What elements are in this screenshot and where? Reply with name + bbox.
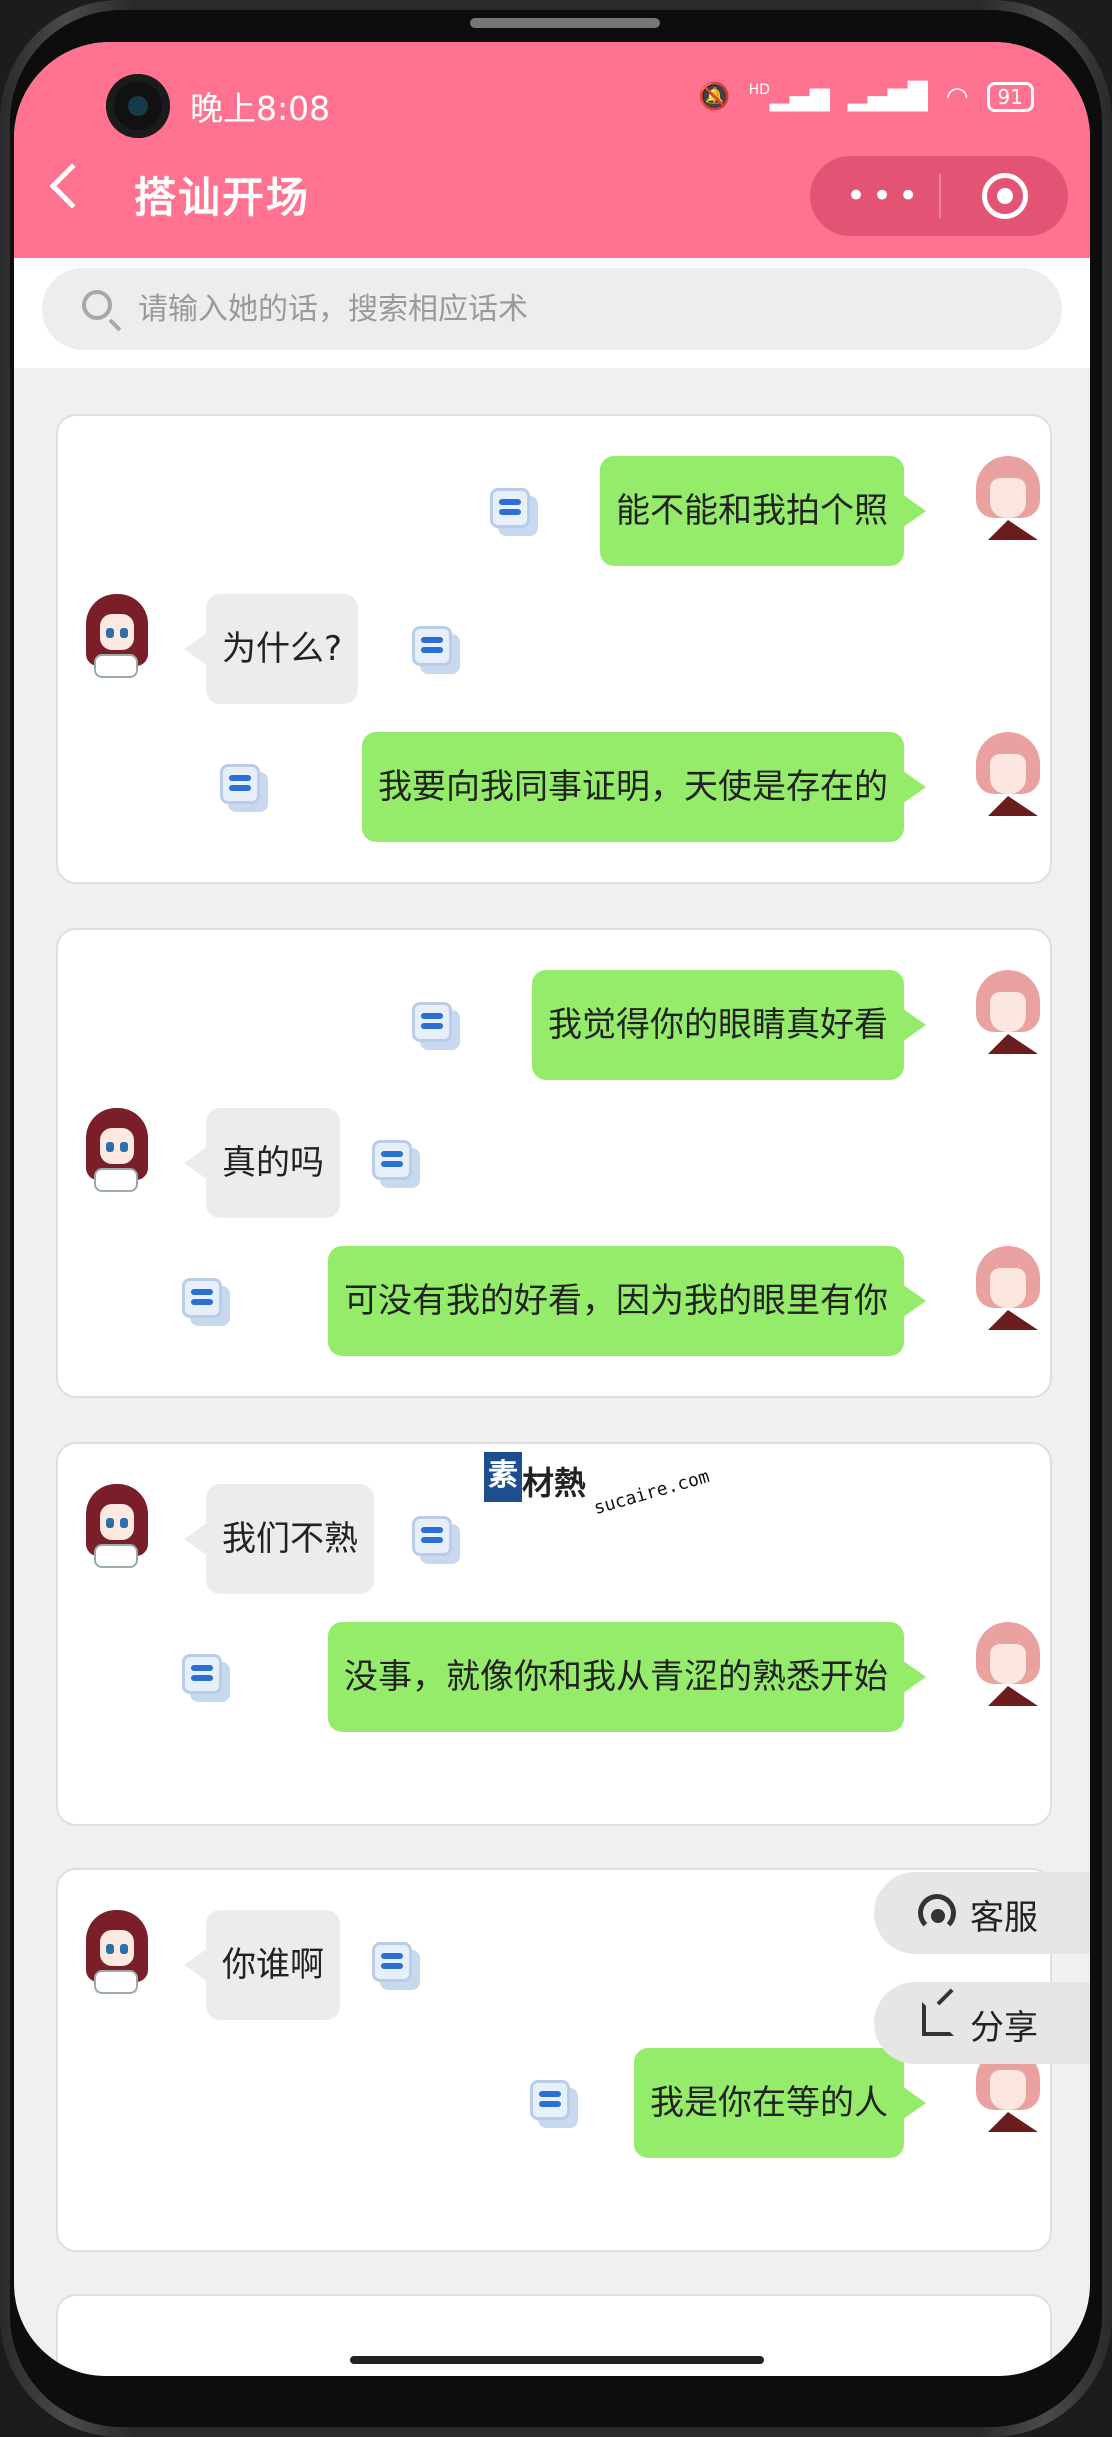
message-row: 能不能和我拍个照 — [58, 456, 1054, 566]
her-avatar — [80, 1910, 152, 1994]
home-indicator[interactable] — [350, 2356, 764, 2364]
status-icons: 🔕 HD▂▄▆ ▂▄▆█ ◠ 91 — [698, 82, 1034, 112]
her-avatar — [80, 1108, 152, 1192]
my-message: 我觉得你的眼睛真好看 — [532, 970, 926, 1080]
battery-icon: 91 — [986, 82, 1034, 112]
customer-service-label: 客服 — [970, 1898, 1038, 1938]
her-avatar — [80, 1484, 152, 1568]
her-message: 真的吗 — [184, 1108, 340, 1218]
message-row: 可没有我的好看，因为我的眼里有你 — [58, 1246, 1054, 1356]
copy-icon[interactable] — [490, 488, 538, 536]
my-avatar — [972, 732, 1044, 816]
search-box[interactable] — [42, 268, 1062, 350]
her-avatar — [80, 594, 152, 678]
her-message: 你谁啊 — [184, 1910, 340, 2020]
wifi-icon: ◠ — [945, 82, 969, 112]
page-title: 搭讪开场 — [134, 173, 311, 222]
headset-icon — [918, 1894, 956, 1932]
copy-icon[interactable] — [182, 1654, 230, 1702]
signal-icon: HD▂▄▆ — [748, 82, 830, 112]
mini-program-capsule: ••• — [810, 156, 1068, 236]
copy-icon[interactable] — [182, 1278, 230, 1326]
share-label: 分享 — [970, 2008, 1038, 2048]
app-header: 晚上8:08 🔕 HD▂▄▆ ▂▄▆█ ◠ 91 搭讪开场 ••• — [14, 42, 1090, 258]
speaker-slot — [470, 18, 660, 28]
copy-icon[interactable] — [412, 1516, 460, 1564]
capsule-divider — [939, 174, 941, 218]
copy-icon[interactable] — [412, 1002, 460, 1050]
hd-label: HD — [748, 82, 770, 98]
my-message: 我是你在等的人 — [634, 2048, 926, 2158]
watermark-url: sucaire.com — [591, 1465, 712, 1520]
copy-icon[interactable] — [372, 1140, 420, 1188]
my-avatar — [972, 1246, 1044, 1330]
customer-service-button[interactable]: 客服 — [874, 1872, 1090, 1954]
copy-icon[interactable] — [412, 626, 460, 674]
share-icon — [922, 2002, 954, 2036]
front-camera — [106, 74, 170, 138]
message-row: 为什么? — [58, 594, 1054, 704]
her-message: 为什么? — [183, 594, 359, 704]
my-avatar — [972, 456, 1044, 540]
message-row: 没事，就像你和我从青涩的熟悉开始 — [58, 1622, 1054, 1732]
search-input[interactable] — [138, 284, 1038, 334]
my-avatar — [972, 970, 1044, 1054]
share-button[interactable]: 分享 — [874, 1982, 1090, 2064]
her-message: 我们不熟 — [184, 1484, 374, 1594]
back-icon[interactable] — [49, 163, 95, 209]
my-message: 可没有我的好看，因为我的眼里有你 — [328, 1246, 926, 1356]
copy-icon[interactable] — [220, 764, 268, 812]
watermark-text: 材熱 — [522, 1464, 587, 1502]
target-icon[interactable] — [982, 173, 1028, 219]
message-row: 真的吗 — [58, 1108, 1054, 1218]
my-message: 能不能和我拍个照 — [600, 456, 926, 566]
mute-icon: 🔕 — [698, 82, 731, 112]
screen: 晚上8:08 🔕 HD▂▄▆ ▂▄▆█ ◠ 91 搭讪开场 ••• 能不能和我拍… — [14, 42, 1090, 2376]
conversation-card: 能不能和我拍个照 为什么? 我要向我同事证明，天使是存在的 — [56, 414, 1052, 884]
my-message: 我要向我同事证明，天使是存在的 — [362, 732, 926, 842]
status-time: 晚上8:08 — [190, 89, 331, 128]
message-row: 我要向我同事证明，天使是存在的 — [58, 732, 1054, 842]
my-message: 没事，就像你和我从青涩的熟悉开始 — [328, 1622, 926, 1732]
more-icon[interactable]: ••• — [846, 179, 918, 213]
message-row: 我是你在等的人 — [58, 2048, 1054, 2158]
signal-icon-2: ▂▄▆█ — [847, 82, 928, 112]
search-bar — [14, 258, 1090, 368]
copy-icon[interactable] — [530, 2080, 578, 2128]
watermark-box: 素 — [484, 1452, 522, 1502]
message-row: 我觉得你的眼睛真好看 — [58, 970, 1054, 1080]
conversation-card: 我觉得你的眼睛真好看 真的吗 可没有我的好看，因为我的眼里有你 — [56, 928, 1052, 1398]
my-avatar — [972, 1622, 1044, 1706]
watermark: 素 材熱 sucaire.com — [474, 1452, 734, 1522]
copy-icon[interactable] — [372, 1942, 420, 1990]
search-icon — [82, 290, 112, 320]
